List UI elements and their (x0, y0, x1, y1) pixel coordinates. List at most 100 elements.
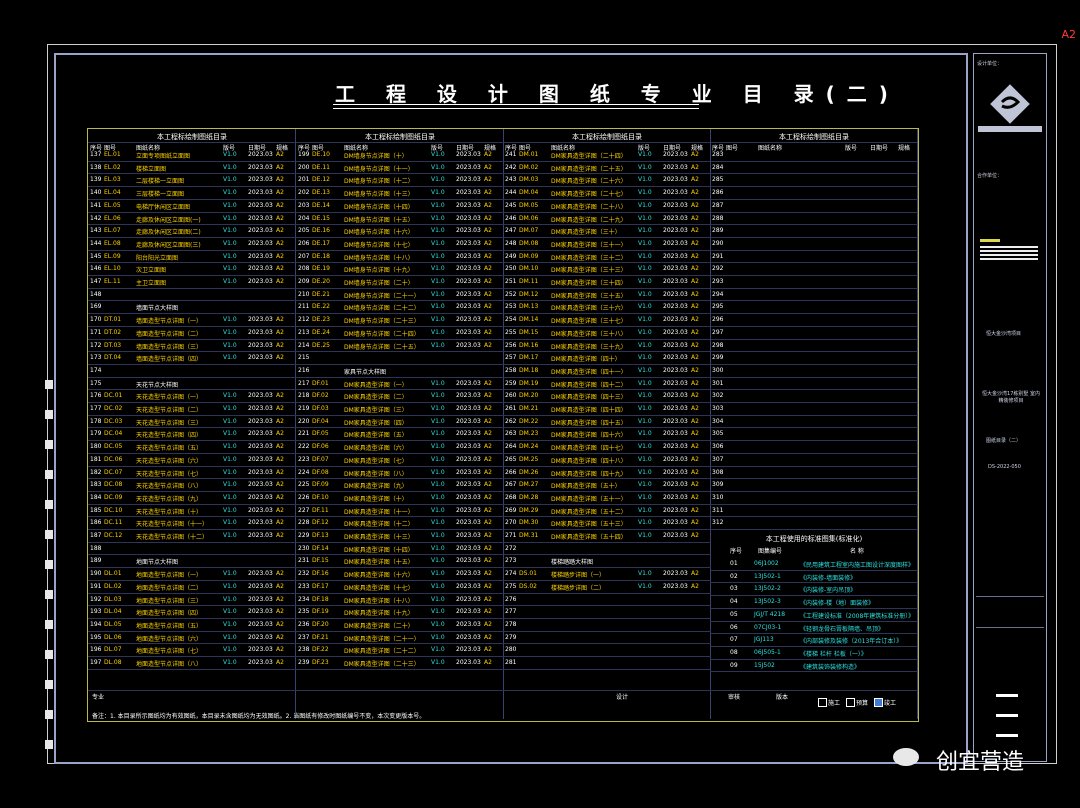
table-cell: V1.0 (431, 417, 445, 425)
column-header: 规格 (898, 145, 911, 152)
row-line (88, 186, 296, 188)
table-cell: 285 (712, 176, 724, 184)
table-cell: 2023.03 (456, 417, 481, 425)
table-cell: A2 (484, 151, 492, 158)
table-cell: 13J502-3 (754, 598, 781, 606)
table-cell: A2 (691, 506, 699, 514)
section-title: 本工程标绘制图纸目录 (157, 133, 227, 141)
table-cell: 189 (90, 557, 102, 565)
table-cell: DM家具造型详图（十七） (344, 584, 414, 592)
table-cell: DM家具造型详图（三十二） (551, 254, 627, 262)
table-cell: V1.0 (223, 493, 237, 501)
table-cell: 2023.03 (663, 519, 688, 527)
table-cell: V1.0 (223, 252, 237, 260)
table-cell: A2 (691, 214, 699, 222)
table-cell: 《楼梯 栏杆 栏板（一）》 (800, 650, 867, 658)
table-cell: 209 (298, 278, 310, 285)
table-cell: 208 (298, 265, 310, 273)
table-cell: 232 (298, 570, 310, 578)
cooperate-unit-label: 合作单位： (977, 173, 1003, 179)
table-cell: DC.01 (104, 392, 123, 400)
checkbox-opt1[interactable] (818, 698, 827, 707)
table-cell: 楼梯踏步详图（二） (551, 584, 606, 592)
table-cell: A2 (276, 354, 284, 362)
row-line (88, 236, 296, 238)
table-cell: 194 (90, 620, 102, 628)
table-cell: DM.12 (519, 290, 539, 298)
table-cell: 06J1002 (754, 560, 779, 567)
table-cell: V1.0 (638, 227, 652, 235)
table-cell: DF.19 (312, 608, 329, 616)
table-cell: A2 (276, 239, 284, 247)
row-line (710, 287, 918, 289)
table-cell: DM.21 (519, 405, 539, 412)
table-cell: DM墙身节点详图（二十五） (344, 343, 420, 351)
table-cell: DM墙身节点详图（十九） (344, 267, 414, 275)
title-block: 设计单位： 合作单位： 恒大金沙湾项目 恒大金沙湾17栋别墅 室内精装修项目 图… (973, 53, 1047, 762)
checkbox-opt3[interactable] (874, 698, 883, 707)
row-line (710, 607, 918, 609)
table-cell: 《内装修-室内吊顶》 (800, 587, 857, 595)
table-cell: DE.20 (312, 278, 330, 285)
table-cell: V1.0 (638, 519, 652, 527)
table-cell: A2 (484, 468, 492, 476)
footer-label: 设计 (616, 694, 629, 701)
table-cell: 地面造型节点详图（四） (136, 610, 203, 618)
table-cell: 墙面造型节点详图（一） (136, 318, 203, 326)
table-cell: V1.0 (431, 595, 445, 603)
table-cell: A2 (691, 151, 699, 158)
table-cell: V1.0 (638, 252, 652, 260)
stamp-bar (980, 239, 1000, 242)
table-cell: DM墙身节点详图（二十四） (344, 330, 420, 338)
sign-mark-3 (996, 734, 1018, 737)
table-cell: 2023.03 (663, 532, 688, 539)
table-cell: V1.0 (223, 532, 237, 539)
table-cell: 175 (90, 379, 102, 387)
row-line (710, 313, 918, 315)
table-cell: DF.20 (312, 620, 329, 628)
row-line (88, 249, 296, 251)
table-cell: V1.0 (431, 303, 445, 311)
table-cell: A2 (484, 341, 492, 349)
table-cell: V1.0 (431, 189, 445, 197)
table-cell: 233 (298, 582, 310, 590)
table-cell: 221 (298, 430, 310, 438)
table-cell: JGJ113 (754, 636, 774, 644)
row-line (710, 516, 918, 518)
table-cell: DM家具造型详图（一） (344, 381, 408, 389)
row-line (88, 275, 296, 276)
table-cell: 305 (712, 430, 724, 438)
table-cell: V1.0 (431, 557, 445, 565)
table-cell: 197 (90, 659, 102, 666)
table-cell: DL.08 (104, 659, 122, 666)
table-cell: DM家具造型详图（十一） (344, 508, 414, 516)
row-line (296, 465, 504, 467)
table-cell: EL.05 (104, 201, 121, 209)
row-line (296, 414, 504, 416)
table-cell: V1.0 (431, 163, 445, 171)
table-cell: V1.0 (431, 430, 445, 438)
table-cell: 2023.03 (456, 620, 481, 628)
table-cell: 263 (505, 430, 517, 438)
table-cell: DM.25 (519, 455, 539, 463)
row-line (88, 465, 296, 467)
table-cell: 主卫立面图 (136, 280, 167, 287)
table-cell: 219 (298, 405, 310, 412)
table-cell: EL.10 (104, 265, 121, 273)
footer-divider (88, 690, 918, 691)
table-cell: DM家具造型详图（二十二） (344, 648, 420, 656)
table-cell: V1.0 (431, 379, 445, 387)
row-line (503, 541, 711, 543)
row-line (503, 440, 711, 442)
checkbox-opt2[interactable] (846, 698, 855, 707)
table-cell: 2023.03 (663, 417, 688, 425)
row-line (296, 554, 504, 556)
row-line (88, 313, 296, 315)
table-cell: DT.03 (104, 341, 122, 349)
row-line (503, 402, 711, 403)
row-line (296, 529, 504, 530)
table-cell: DM家具造型详图（四十八） (551, 457, 627, 465)
table-cell: 2023.03 (663, 290, 688, 298)
row-line (503, 173, 711, 175)
table-cell: V1.0 (223, 595, 237, 603)
